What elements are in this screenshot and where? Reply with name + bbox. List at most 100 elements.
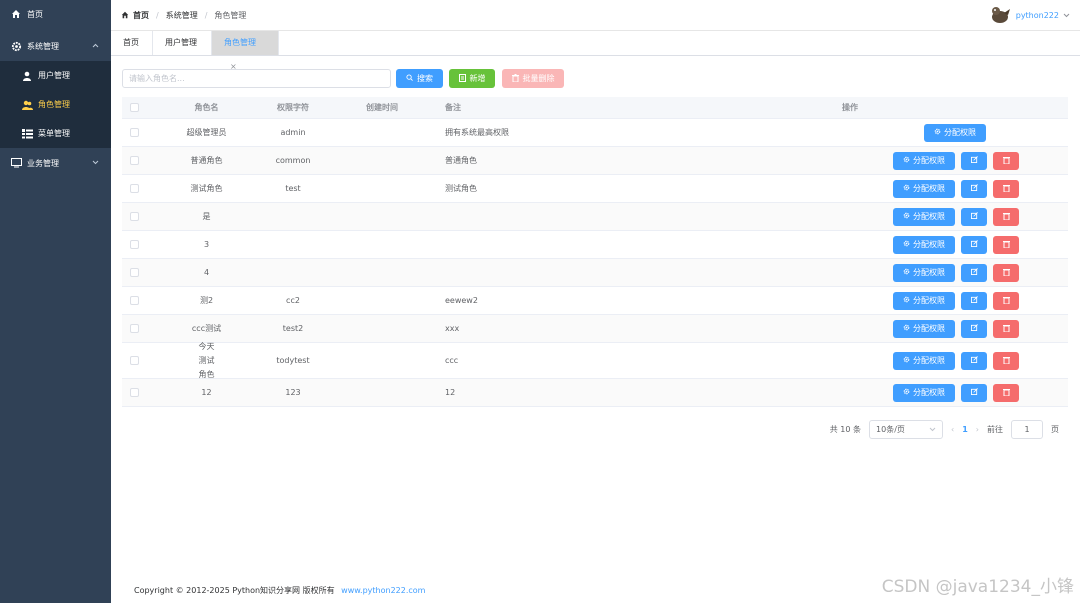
cell-key: todytest (276, 356, 310, 365)
delete-button[interactable] (993, 291, 1019, 310)
current-page[interactable]: 1 (962, 425, 968, 434)
next-page-button[interactable]: › (976, 425, 979, 434)
sidebar-item-label: 角色管理 (38, 100, 70, 109)
document-icon (458, 73, 466, 84)
search-input[interactable] (122, 69, 391, 88)
assign-permission-button[interactable]: 分配权限 (924, 123, 986, 142)
assign-permission-label: 分配权限 (913, 388, 945, 397)
cell-ops: 分配权限 (595, 151, 1068, 170)
delete-button[interactable] (993, 207, 1019, 226)
assign-permission-button[interactable]: 分配权限 (893, 351, 955, 370)
row-checkbox[interactable] (122, 156, 146, 165)
delete-button[interactable] (993, 319, 1019, 338)
batch-delete-button[interactable]: 批量删除 (502, 69, 564, 88)
row-checkbox[interactable] (122, 388, 146, 397)
tab-label: 首页 (123, 38, 139, 47)
gear-icon (903, 356, 910, 365)
delete-button[interactable] (993, 179, 1019, 198)
delete-button[interactable] (993, 263, 1019, 282)
assign-permission-button[interactable]: 分配权限 (893, 291, 955, 310)
edit-button[interactable] (961, 179, 987, 198)
sidebar-item-menus[interactable]: 菜单管理 (0, 119, 111, 148)
delete-button[interactable] (993, 383, 1019, 402)
goto-page-input[interactable]: 1 (1011, 420, 1043, 439)
row-checkbox[interactable] (122, 268, 146, 277)
table-row: 普通角色 common 普通角色 分配权限 (122, 147, 1068, 175)
add-button[interactable]: 新增 (449, 69, 495, 88)
sidebar-item-label: 菜单管理 (38, 129, 70, 138)
trash-icon (511, 73, 519, 84)
avatar (987, 4, 1012, 26)
cell-name: 测试角色 (190, 183, 223, 193)
sidebar-item-users[interactable]: 用户管理 (0, 61, 111, 90)
delete-button[interactable] (993, 351, 1019, 370)
edit-button[interactable] (961, 319, 987, 338)
gear-icon (10, 40, 22, 52)
assign-permission-button[interactable]: 分配权限 (893, 207, 955, 226)
cell-remark: xxx (445, 324, 460, 333)
tab-roles[interactable]: 角色管理× (212, 31, 279, 71)
search-icon (406, 74, 413, 83)
delete-button[interactable] (993, 151, 1019, 170)
page-size-select[interactable]: 10条/页 (869, 420, 944, 439)
breadcrumb-system[interactable]: 系统管理 (166, 10, 198, 21)
monitor-icon (10, 157, 22, 169)
assign-permission-button[interactable]: 分配权限 (893, 179, 955, 198)
edit-button[interactable] (961, 151, 987, 170)
table-row: 是 分配权限 (122, 203, 1068, 231)
edit-button[interactable] (961, 207, 987, 226)
row-checkbox[interactable] (122, 296, 146, 305)
footer-link[interactable]: www.python222.com (341, 586, 425, 595)
row-checkbox[interactable] (122, 212, 146, 221)
tab-users[interactable]: 用户管理 (153, 31, 212, 55)
home-icon (121, 11, 129, 21)
users-icon (21, 99, 33, 111)
edit-icon (970, 184, 978, 193)
edit-button[interactable] (961, 351, 987, 370)
sidebar-item-roles[interactable]: 角色管理 (0, 90, 111, 119)
select-all-checkbox[interactable] (122, 103, 146, 112)
cell-ops: 分配权限 (595, 207, 1068, 226)
edit-button[interactable] (961, 235, 987, 254)
page-suffix: 页 (1051, 425, 1059, 434)
trash-icon (1002, 388, 1010, 398)
row-checkbox[interactable] (122, 356, 146, 365)
pagination: 共 10 条 10条/页 ‹ 1 › 前往 1 页 (830, 420, 1059, 439)
page-size-value: 10条/页 (876, 425, 905, 434)
cell-remark: 普通角色 (445, 156, 477, 165)
assign-permission-button[interactable]: 分配权限 (893, 319, 955, 338)
add-button-label: 新增 (469, 74, 486, 83)
assign-permission-button[interactable]: 分配权限 (893, 263, 955, 282)
batch-delete-label: 批量删除 (522, 74, 555, 83)
edit-button[interactable] (961, 263, 987, 282)
breadcrumb: 首页 / 系统管理 / 角色管理 (121, 10, 246, 21)
delete-button[interactable] (993, 235, 1019, 254)
gear-icon (903, 268, 910, 277)
breadcrumb-home[interactable]: 首页 (133, 10, 149, 21)
prev-page-button[interactable]: ‹ (951, 425, 954, 434)
edit-button[interactable] (961, 383, 987, 402)
row-checkbox[interactable] (122, 240, 146, 249)
sidebar-item-system[interactable]: 系统管理 (0, 31, 111, 61)
tab-label: 角色管理 (224, 38, 256, 47)
row-checkbox[interactable] (122, 324, 146, 333)
assign-permission-button[interactable]: 分配权限 (893, 383, 955, 402)
assign-permission-button[interactable]: 分配权限 (893, 151, 955, 170)
tab-label: 用户管理 (165, 38, 197, 47)
gear-icon (903, 240, 910, 249)
cell-key: test2 (282, 324, 304, 333)
chevron-down-icon (92, 158, 99, 167)
user-menu[interactable]: python222 (987, 4, 1070, 26)
tab-home[interactable]: 首页 (111, 31, 153, 55)
row-checkbox[interactable] (122, 184, 146, 193)
row-checkbox[interactable] (122, 128, 146, 137)
edit-button[interactable] (961, 291, 987, 310)
trash-icon (1002, 268, 1010, 278)
sidebar-item-business[interactable]: 业务管理 (0, 148, 111, 178)
gear-icon (903, 296, 910, 305)
sidebar-item-home[interactable]: 首页 (0, 0, 111, 28)
assign-permission-button[interactable]: 分配权限 (893, 235, 955, 254)
search-button[interactable]: 搜索 (396, 69, 443, 88)
edit-icon (970, 388, 978, 397)
trash-icon (1002, 296, 1010, 306)
